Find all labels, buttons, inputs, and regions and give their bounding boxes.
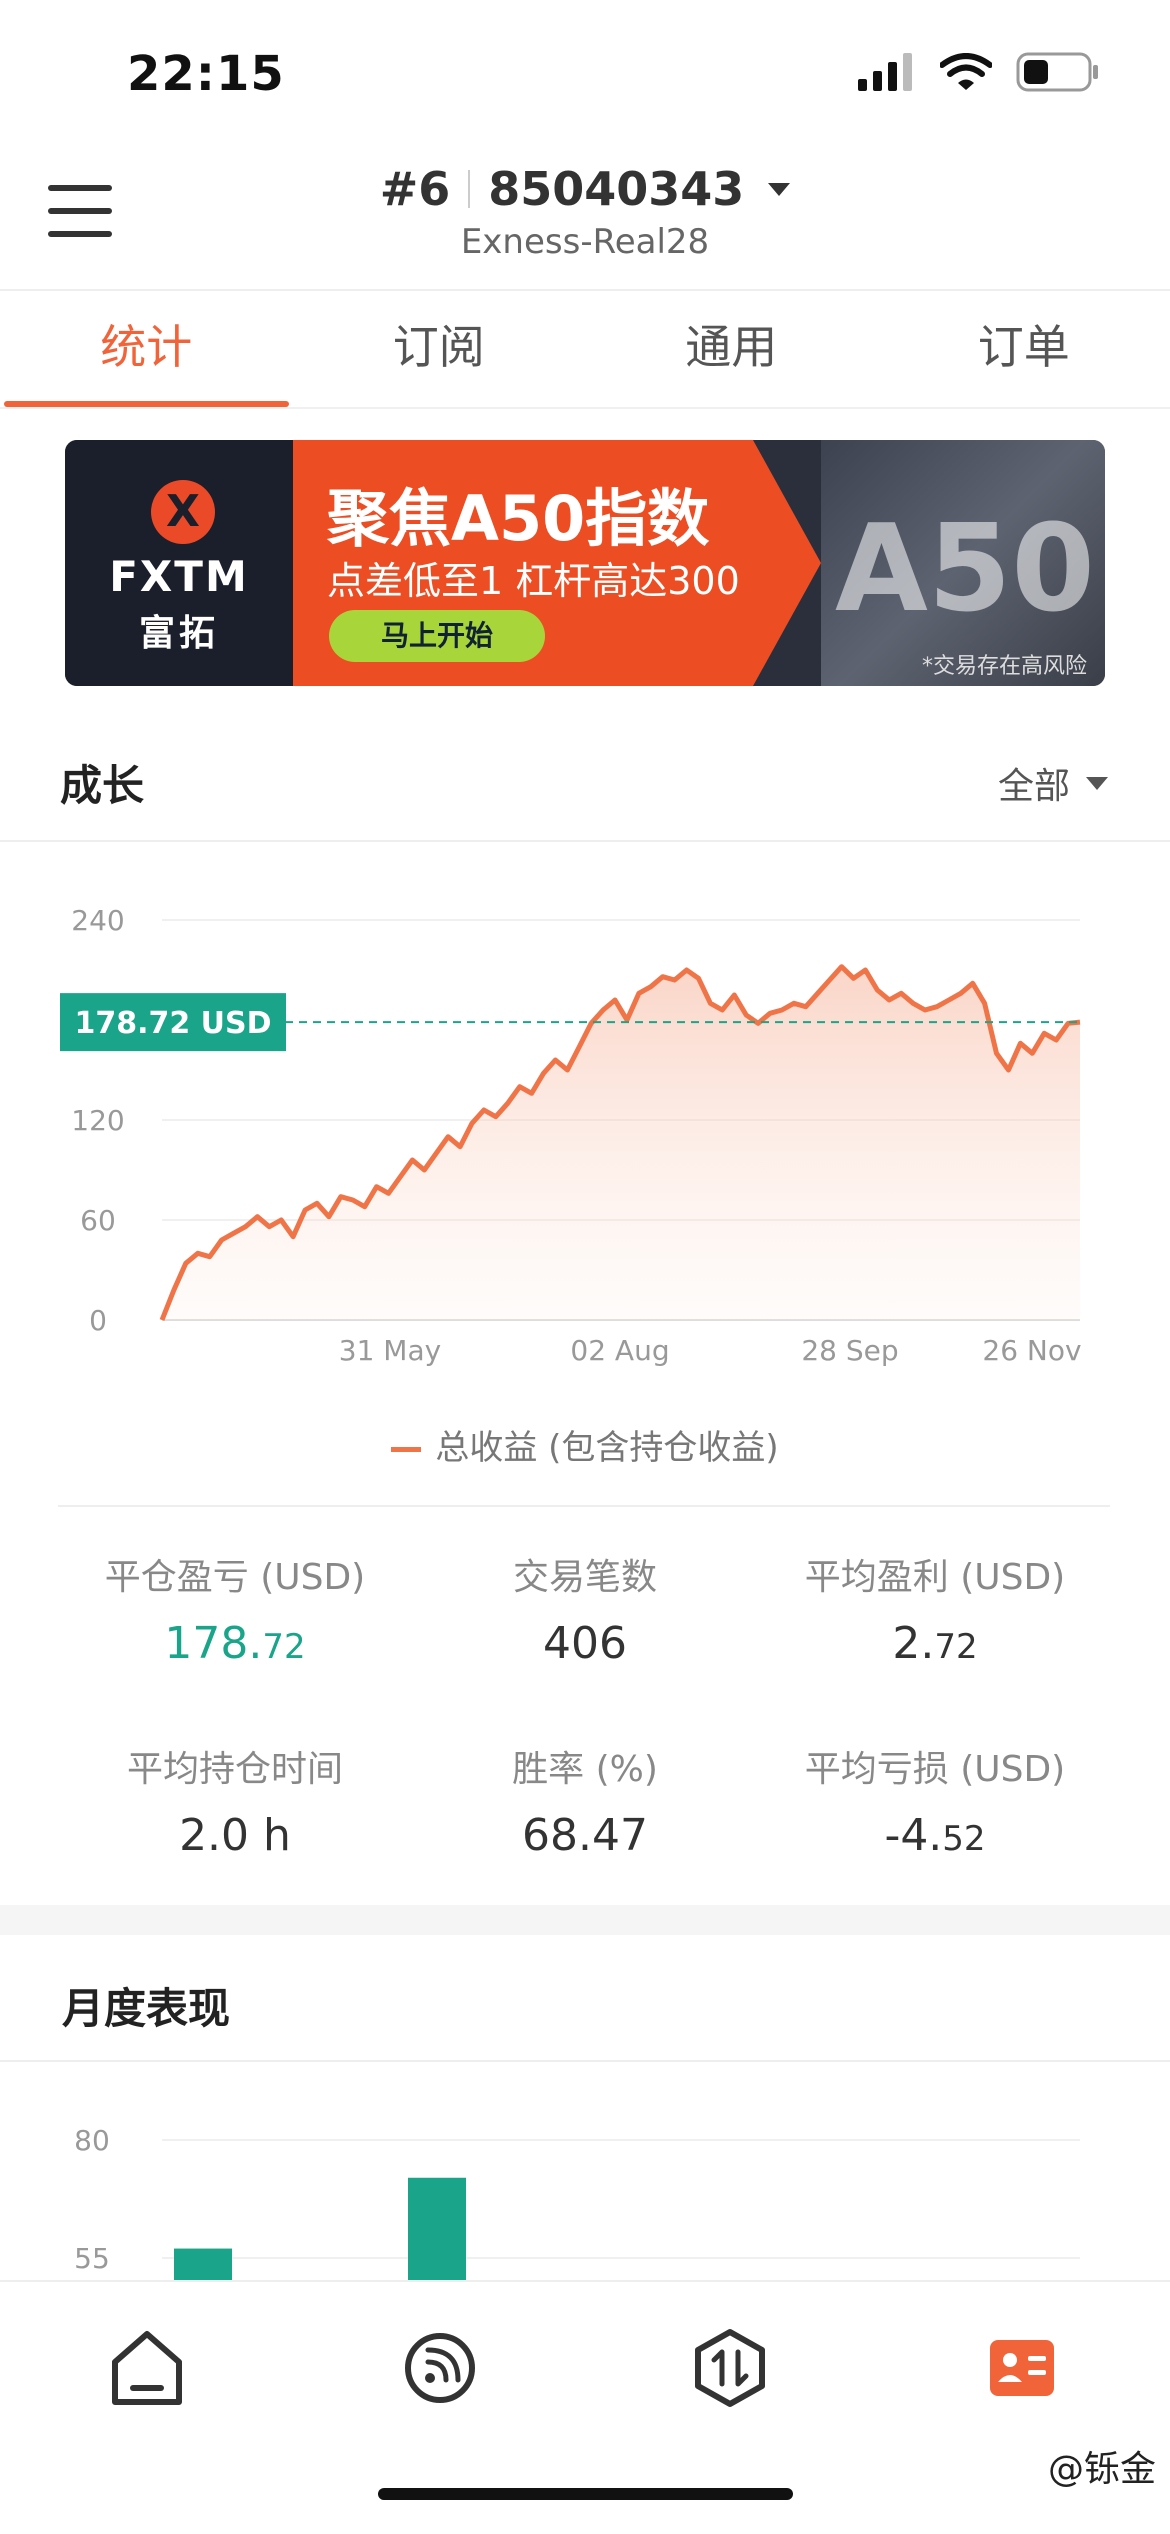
caret-down-icon [1086,777,1108,790]
stat-value: 68.47 [390,1810,780,1861]
account-index: #6 [380,162,451,216]
tab-general[interactable]: 通用 [585,292,878,407]
banner-cta-button[interactable]: 马上开始 [329,610,545,662]
stat-value: 2.0 h [40,1810,430,1861]
stat-value: 178.72 [40,1618,430,1669]
stat-label: 交易笔数 [390,1548,780,1600]
banner-brand: FXTM [65,552,293,601]
stat-value-int: 406 [543,1618,627,1669]
growth-area [162,967,1080,1320]
section-divider [0,1905,1170,1935]
account-server: Exness-Real28 [0,222,1170,262]
promo-banner[interactable]: X FXTM 富拓 A50 聚焦A50指数 点差低至1 杠杆高达300 马上开始… [65,440,1105,686]
banner-brand-cn: 富拓 [65,604,293,656]
tab-bar: 统计 订阅 通用 订单 [0,292,1170,407]
nav-signals-button[interactable] [390,2318,490,2418]
fxtm-logo-mark: X [151,480,215,544]
monthly-bar [174,2249,232,2280]
monthly-bar [408,2178,466,2280]
stat-avg-profit: 平均盈利 (USD) 2.72 [740,1548,1130,1669]
divider [58,1505,1110,1507]
cellular-signal-icon [858,53,916,91]
stat-label: 胜率 (%) [390,1740,780,1792]
stat-avg-loss: 平均亏损 (USD) -4.52 [740,1740,1130,1861]
legend-label: 总收益 (包含持仓收益) [435,1428,778,1468]
y-tick-label: 80 [74,2124,110,2157]
stat-label: 平均亏损 (USD) [740,1740,1130,1792]
banner-title: 聚焦A50指数 [327,468,709,558]
banner-a50-graphic: A50 [835,500,1095,639]
stat-value-int: 2.0 h [179,1810,291,1861]
stat-label: 平仓盈亏 (USD) [40,1548,430,1600]
stat-label: 平均盈利 (USD) [740,1548,1130,1600]
stat-value: 2.72 [740,1618,1130,1669]
nav-home-button[interactable] [97,2318,197,2418]
y-tick-label: 240 [71,904,124,937]
y-tick-label: 0 [89,1304,107,1337]
divider [0,407,1170,409]
banner-subtitle: 点差低至1 杠杆高达300 [327,550,740,605]
x-tick-label: 02 Aug [570,1334,669,1367]
stat-label: 平均持仓时间 [40,1740,430,1792]
tab-orders[interactable]: 订单 [878,292,1170,407]
account-number: 85040343 [488,162,744,216]
home-indicator[interactable] [378,2488,793,2500]
banner-risk-note: *交易存在高风险 [922,648,1087,680]
y-tick-label: 60 [80,1204,116,1237]
caret-down-icon [768,183,790,196]
divider [0,289,1170,291]
wifi-icon [940,53,992,91]
nav-trade-button[interactable] [680,2318,780,2418]
stat-value-dec: 52 [942,1819,985,1859]
x-tick-label: 28 Sep [801,1334,898,1367]
stat-value-dec: 72 [934,1627,977,1667]
divider [0,2060,1170,2062]
growth-chart: 240 120 60 0 31 May 02 Aug 28 Sep 26 Nov 178.7… [0,880,1170,1380]
watermark: @铄金 [1048,2440,1156,2492]
stat-value: -4.52 [740,1810,1130,1861]
home-icon [97,2318,197,2418]
stat-value-int: -4. [884,1810,942,1861]
x-tick-label: 31 May [339,1334,441,1367]
growth-title: 成长 [60,752,144,813]
banner-arrow-shape [753,440,821,686]
stat-win-rate: 胜率 (%) 68.47 [390,1740,780,1861]
chart-legend: 总收益 (包含持仓收益) [0,1420,1170,1469]
divider [468,170,470,208]
stat-value-int: 2. [892,1618,934,1669]
x-tick-label: 26 Nov [982,1334,1081,1367]
monthly-title: 月度表现 [62,1975,230,2036]
y-tick-label: 120 [71,1104,124,1137]
signal-icon [390,2318,490,2418]
y-tick-label: 55 [74,2242,110,2275]
account-switcher[interactable]: #6 85040343 Exness-Real28 [0,162,1170,262]
status-time: 22:15 [127,46,285,102]
stat-value: 406 [390,1618,780,1669]
stat-closed-pnl: 平仓盈亏 (USD) 178.72 [40,1548,430,1669]
status-icons [858,52,1100,92]
profile-card-icon [972,2318,1072,2418]
stat-value-int: 178. [164,1618,262,1669]
current-value-label: 178.72 USD [74,1006,271,1041]
nav-profile-button[interactable] [972,2318,1072,2418]
divider [0,840,1170,842]
trade-icon [680,2318,780,2418]
legend-swatch [391,1447,421,1452]
stat-value-dec: 72 [262,1627,305,1667]
growth-filter-label: 全部 [998,757,1070,809]
stat-value-int: 68.47 [522,1810,648,1861]
tab-statistics[interactable]: 统计 [0,292,293,407]
monthly-chart: 80 55 [0,2070,1170,2280]
growth-filter-dropdown[interactable]: 全部 [998,757,1108,809]
stat-avg-hold-time: 平均持仓时间 2.0 h [40,1740,430,1861]
stat-trade-count: 交易笔数 406 [390,1548,780,1669]
battery-icon [1016,52,1100,92]
tab-subscriptions[interactable]: 订阅 [293,292,586,407]
